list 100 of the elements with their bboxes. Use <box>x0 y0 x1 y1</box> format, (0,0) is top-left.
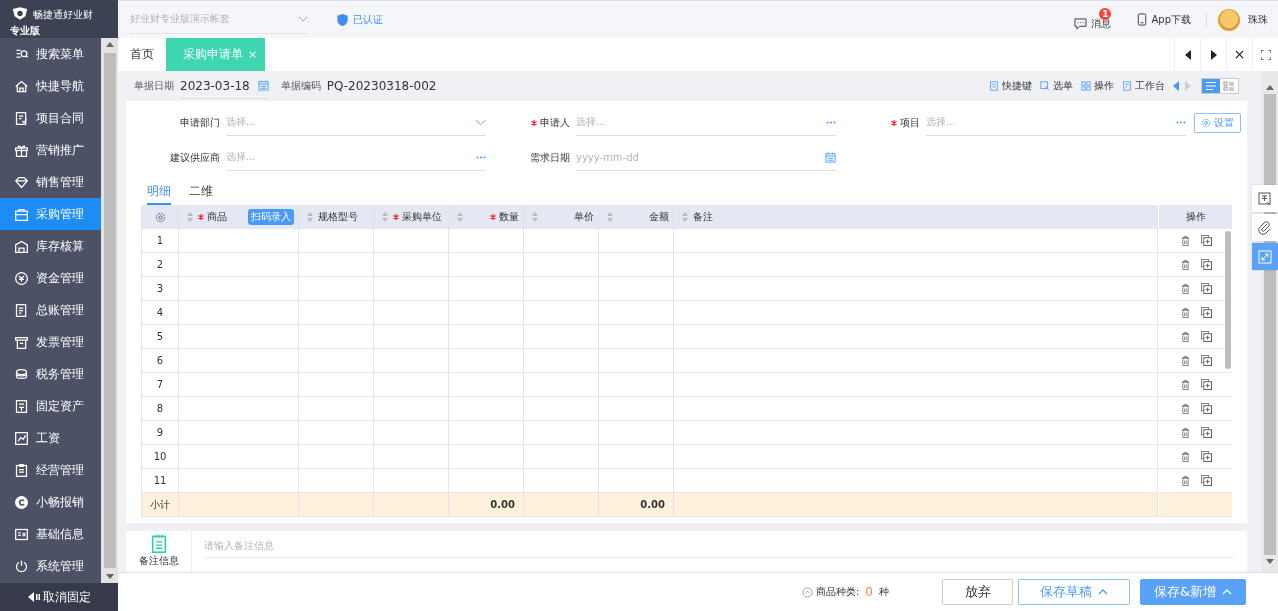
notes-button[interactable] <box>1252 185 1278 212</box>
caret-left-icon[interactable] <box>1173 81 1179 91</box>
row-number: 11 <box>153 475 167 486</box>
caret-right-icon <box>1210 49 1217 60</box>
more-icon <box>1176 120 1186 124</box>
user-avatar[interactable] <box>1218 8 1240 31</box>
trash-icon[interactable] <box>1181 403 1190 414</box>
sidebar-item[interactable]: 经营管理 <box>0 454 101 486</box>
sidebar-item[interactable]: 资金管理 <box>0 262 101 294</box>
sidebar-item[interactable]: 小畅报销 <box>0 486 101 518</box>
unit-label: 种 <box>879 585 889 599</box>
home-icon <box>14 78 29 94</box>
messages-button[interactable]: 消息 1 <box>1074 8 1119 31</box>
sidebar-item[interactable]: 总账管理 <box>0 294 101 326</box>
notification-badge: 1 <box>1099 8 1112 20</box>
sidebar-item[interactable]: 项目合同 <box>0 102 101 134</box>
clipboard-icon <box>14 462 29 478</box>
copy-add-icon[interactable] <box>1201 379 1212 390</box>
attachment-button[interactable] <box>1252 214 1278 241</box>
fullscreen-icon <box>1260 49 1271 60</box>
toolbar-button[interactable]: 选单 <box>1040 79 1073 93</box>
scroll-down-icon[interactable] <box>105 574 114 579</box>
chevron-down-icon <box>298 16 308 22</box>
field-label: 建议供应商 <box>170 151 220 163</box>
table-scrollbar[interactable] <box>1225 231 1231 369</box>
page-icon <box>1122 81 1132 91</box>
column-header: 金额 <box>649 211 669 222</box>
sidebar-item[interactable]: 销售管理 <box>0 166 101 198</box>
calendar-icon <box>825 151 836 163</box>
copy-add-icon[interactable] <box>1201 235 1212 246</box>
sidebar-item[interactable]: 固定资产 <box>0 390 101 422</box>
toolbar-button[interactable]: 工作台 <box>1122 79 1165 93</box>
date-field[interactable]: 2023-03-18 <box>180 73 269 99</box>
row-number: 9 <box>156 427 164 438</box>
sidebar-item[interactable]: 发票管理 <box>0 326 101 358</box>
toolbar-button[interactable]: 操作 <box>1081 79 1114 93</box>
toolbar-button[interactable]: 快捷键 <box>989 79 1032 93</box>
sidebar-item[interactable]: 快捷导航 <box>0 70 101 102</box>
column-header: 单价 <box>574 211 594 222</box>
calendar-icon <box>257 80 269 91</box>
cursor-icon <box>1040 81 1050 91</box>
sidebar-item[interactable]: 搜索菜单 <box>0 38 101 70</box>
subtotal-label: 小计 <box>150 497 170 512</box>
copy-add-icon[interactable] <box>1201 451 1212 462</box>
copy-add-icon[interactable] <box>1201 355 1212 366</box>
copy-add-icon[interactable] <box>1201 403 1212 414</box>
detail-tab[interactable]: 二维 <box>189 183 213 205</box>
list-view-button[interactable] <box>1202 79 1220 93</box>
sidebar-item[interactable]: 税务管理 <box>0 358 101 390</box>
scroll-up-icon[interactable] <box>1266 85 1274 90</box>
date-label: 单据日期 <box>134 79 174 93</box>
row-number: 2 <box>156 259 164 270</box>
card-view-button[interactable] <box>1220 79 1238 93</box>
unpin-button[interactable]: 取消固定 <box>0 583 118 611</box>
trash-icon[interactable] <box>1181 259 1190 270</box>
copy-add-icon[interactable] <box>1201 427 1212 438</box>
user-name[interactable]: 珠珠 <box>1248 12 1268 27</box>
scroll-down-icon[interactable] <box>1266 559 1274 564</box>
copy-add-icon[interactable] <box>1201 475 1212 486</box>
paperclip-icon <box>1258 220 1272 235</box>
sidebar-item[interactable]: 营销推广 <box>0 134 101 166</box>
copy-add-icon[interactable] <box>1201 283 1212 294</box>
sidebar-scrollbar[interactable] <box>101 38 118 583</box>
trash-icon[interactable] <box>1181 235 1190 246</box>
row-number: 7 <box>156 379 164 390</box>
field-label: 申请人 <box>540 116 570 128</box>
settings-icon[interactable] <box>154 211 166 223</box>
more-icon <box>476 155 486 159</box>
sidebar-item[interactable]: 系统管理 <box>0 550 101 582</box>
column-header: 备注 <box>693 211 713 222</box>
trash-icon[interactable] <box>1181 475 1190 486</box>
trash-icon[interactable] <box>1181 427 1190 438</box>
trash-icon[interactable] <box>1181 307 1190 318</box>
page-tab[interactable]: 首页 <box>118 38 166 71</box>
row-number: 10 <box>153 451 167 462</box>
scroll-up-icon[interactable] <box>105 42 114 47</box>
field-label: 项目 <box>900 116 920 128</box>
trash-icon[interactable] <box>1181 283 1190 294</box>
certified-label: 已认证 <box>353 12 383 27</box>
item-count: 0 <box>865 585 873 599</box>
trash-icon[interactable] <box>1181 451 1190 462</box>
sidebar-item[interactable]: 基础信息 <box>0 518 101 550</box>
quantity-total: 0.00 <box>490 499 515 510</box>
app-download-button[interactable]: App下载 <box>1137 12 1191 27</box>
scroll-thumb[interactable] <box>103 53 116 568</box>
trash-icon[interactable] <box>1181 355 1190 366</box>
code-label: 单据编码 <box>280 79 321 93</box>
trash-icon[interactable] <box>1181 331 1190 342</box>
copy-add-icon[interactable] <box>1201 307 1212 318</box>
note-icon <box>1258 191 1272 206</box>
brand-name: 畅捷通好业财 <box>33 8 93 22</box>
footer-button[interactable]: 放弃 <box>942 579 1013 605</box>
trash-icon[interactable] <box>1181 379 1190 390</box>
more-icon <box>826 120 836 124</box>
sidebar-item[interactable]: 库存核算 <box>0 230 101 262</box>
copy-add-icon[interactable] <box>1201 331 1212 342</box>
copy-add-icon[interactable] <box>1201 259 1212 270</box>
sidebar-item[interactable]: 工资 <box>0 422 101 454</box>
house-icon <box>14 238 29 254</box>
logo-icon <box>11 6 29 21</box>
